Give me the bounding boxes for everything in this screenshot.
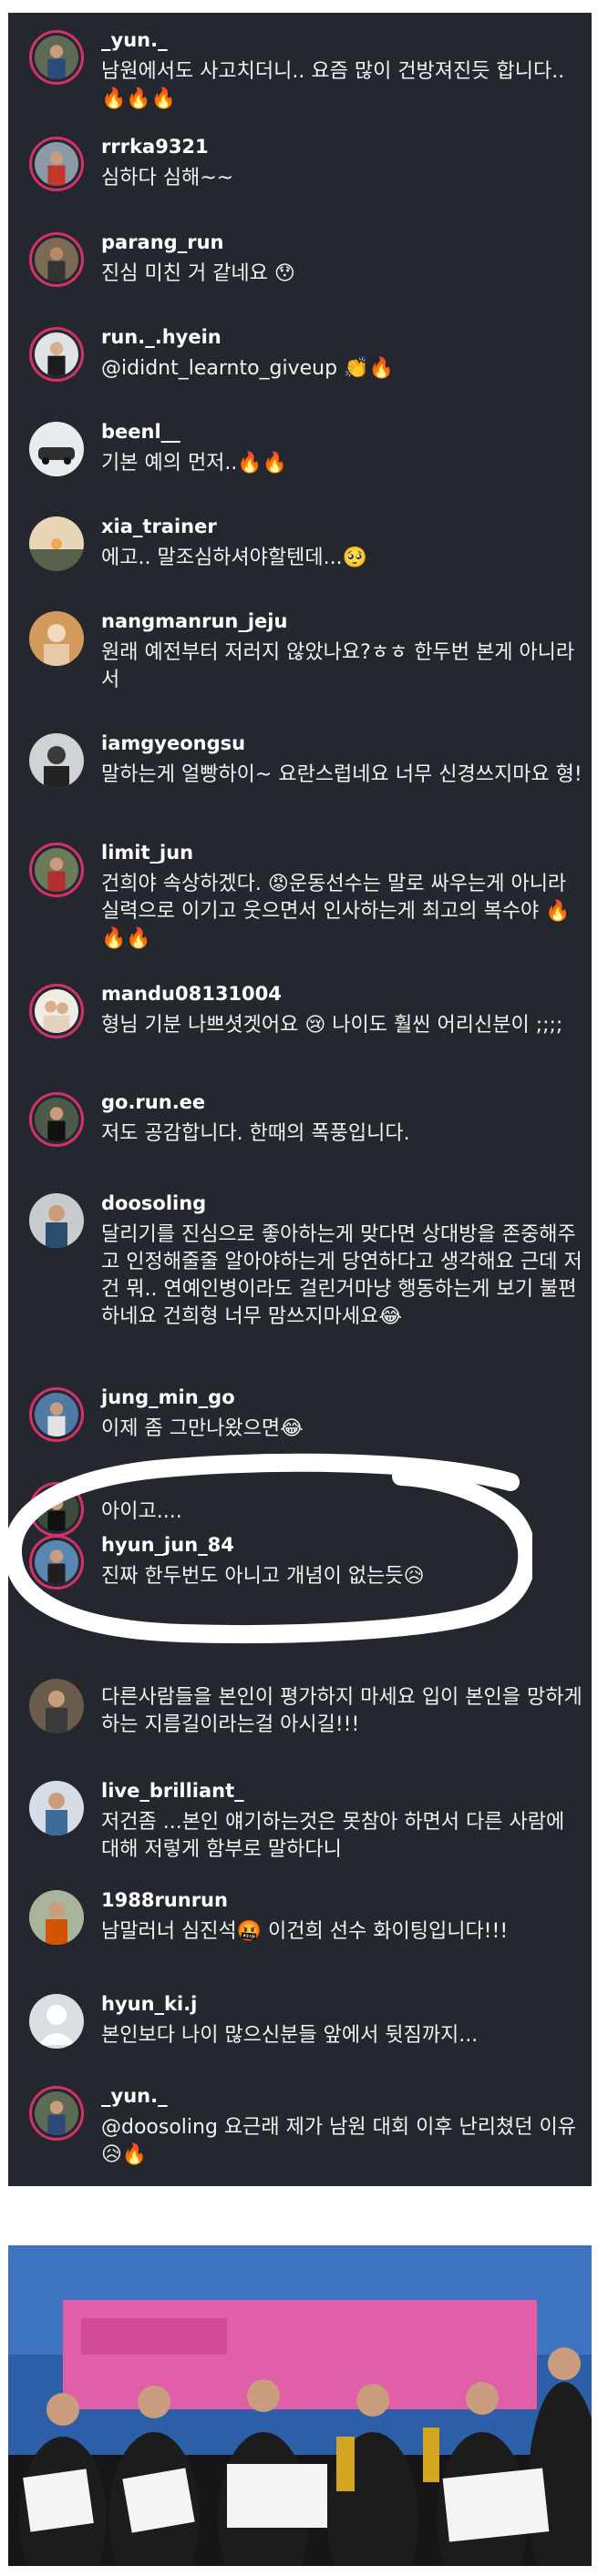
- comment-username[interactable]: hyun_ki.j: [101, 1993, 197, 2015]
- comment-username[interactable]: iamgyeongsu: [101, 732, 245, 754]
- comment-item: 1988runrun 남말러너 심진석🤬 이건희 선수 화이팅입니다!!!: [8, 1889, 592, 1980]
- comment-item: hyun_ki.j 본인보다 나이 많으신분들 앞에서 뒷짐까지...: [8, 1993, 592, 2084]
- comment-username[interactable]: run._.hyein: [101, 326, 222, 348]
- comment-username[interactable]: live_brilliant_: [101, 1780, 244, 1802]
- comment-username[interactable]: rrrka9321: [101, 136, 209, 158]
- comment-text: 저도 공감합니다. 한때의 폭풍입니다.: [101, 1122, 410, 1145]
- comment-text: 남말러너 심진석🤬 이건희 선수 화이팅입니다!!!: [101, 1920, 509, 1943]
- comment-item: iamgyeongsu 말하는게 얼빵하이~ 요란스럽네요 너무 신경쓰지마요 …: [8, 732, 592, 823]
- avatar[interactable]: [29, 516, 84, 571]
- comment-item: beenl__ 기본 예의 먼저..🔥🔥: [8, 421, 592, 512]
- avatar[interactable]: [29, 733, 84, 788]
- comment-username[interactable]: hyun_jun_84: [101, 1534, 234, 1556]
- comments-panel: _yun._ 남원에서도 사고치더니.. 요즘 많이 건방져진듯 합니다.. 🔥…: [8, 13, 592, 2186]
- comment-username[interactable]: _yun._: [101, 29, 168, 51]
- avatar[interactable]: [29, 1482, 84, 1537]
- comment-item: jung_min_go 이제 좀 그만나왔으면😂: [8, 1386, 592, 1477]
- comment-username[interactable]: _yun._: [101, 2085, 168, 2107]
- avatar[interactable]: [29, 2086, 84, 2141]
- comment-text: 본인보다 나이 많으신분들 앞에서 뒷짐까지...: [101, 2024, 479, 2047]
- comment-text: 아이고....: [101, 1500, 182, 1523]
- comment-username[interactable]: beenl__: [101, 421, 180, 443]
- comment-item: 다른사람들을 본인이 평가하지 마세요 입이 본인을 망하게 하는 지름길이라는…: [8, 1679, 592, 1775]
- comment-username[interactable]: mandu08131004: [101, 983, 282, 1005]
- comment-username[interactable]: jung_min_go: [101, 1386, 235, 1408]
- avatar[interactable]: [29, 1092, 84, 1147]
- avatar[interactable]: [29, 611, 84, 666]
- award-ceremony-photo: [8, 2245, 592, 2566]
- avatar[interactable]: [29, 327, 84, 382]
- comment-text: 형님 기분 나쁘셧겟어요 😢 나이도 훨씬 어리신분이 ;;;;: [101, 1014, 563, 1037]
- comment-text: @doosoling 요근래 제가 남원 대회 이후 난리쳤던 이유😥🔥: [101, 2116, 576, 2166]
- comment-item: rrrka9321 심하다 심해~~: [8, 136, 592, 227]
- avatar[interactable]: [29, 30, 84, 85]
- avatar[interactable]: [29, 1890, 84, 1945]
- comment-item: xia_trainer 에고.. 말조심하셔야할텐데...🥺: [8, 516, 592, 607]
- comment-username[interactable]: parang_run: [101, 231, 223, 253]
- avatar[interactable]: [29, 1781, 84, 1835]
- comment-text: 기본 예의 먼저..🔥🔥: [101, 452, 288, 475]
- comment-text: 진짜 한두번도 아니고 개념이 없는듯😥: [101, 1565, 425, 1588]
- comment-item: run._.hyein @ididnt_learnto_giveup 👏🔥: [8, 326, 592, 417]
- comment-username[interactable]: xia_trainer: [101, 516, 217, 537]
- avatar[interactable]: [29, 1193, 84, 1248]
- comment-item: nangmanrun_jeju 원래 예전부터 저러지 않았나요?ㅎㅎ 한두번 …: [8, 610, 592, 701]
- comment-text: 남원에서도 사고치더니.. 요즘 많이 건방져진듯 합니다.. 🔥🔥🔥: [101, 60, 572, 110]
- comment-text: 에고.. 말조심하셔야할텐데...🥺: [101, 547, 367, 569]
- comment-username[interactable]: limit_jun: [101, 842, 193, 864]
- comment-username[interactable]: nangmanrun_jeju: [101, 610, 287, 632]
- comment-username[interactable]: 1988runrun: [101, 1889, 228, 1911]
- comment-text: 다른사람들을 본인이 평가하지 마세요 입이 본인을 망하게 하는 지름길이라는…: [101, 1686, 589, 1736]
- comment-text: 달리기를 진심으로 좋아하는게 맞다면 상대방을 존중해주고 인정해줄줄 알아야…: [101, 1223, 582, 1328]
- comment-text: 말하는게 얼빵하이~ 요란스럽네요 너무 신경쓰지마요 형!: [101, 763, 582, 786]
- comment-item: limit_jun 건희야 속상하겠다. 😡운동선수는 말로 싸우는게 아니라 …: [8, 842, 592, 950]
- avatar[interactable]: [29, 1679, 84, 1733]
- comment-item: go.run.ee 저도 공감합니다. 한때의 폭풍입니다.: [8, 1091, 592, 1182]
- comment-text: @ididnt_learnto_giveup 👏🔥: [101, 357, 394, 380]
- comment-item: hyun_jun_84 진짜 한두번도 아니고 개념이 없는듯😥: [8, 1534, 592, 1625]
- comment-item: parang_run 진심 미친 거 같네요 😯: [8, 231, 592, 322]
- avatar[interactable]: [29, 422, 84, 476]
- avatar[interactable]: [29, 137, 84, 191]
- comment-item: _yun._ 남원에서도 사고치더니.. 요즘 많이 건방져진듯 합니다.. 🔥…: [8, 29, 592, 120]
- avatar[interactable]: [29, 1387, 84, 1442]
- comment-item: _yun._ @doosoling 요근래 제가 남원 대회 이후 난리쳤던 이…: [8, 2085, 592, 2176]
- avatar[interactable]: [29, 232, 84, 287]
- avatar[interactable]: [29, 843, 84, 897]
- comment-text: 심하다 심해~~: [101, 167, 234, 189]
- comment-username[interactable]: go.run.ee: [101, 1091, 205, 1113]
- comment-text: 건희야 속상하겠다. 😡운동선수는 말로 싸우는게 아니라 실력으로 이기고 웃…: [101, 873, 573, 950]
- comment-item: doosoling 달리기를 진심으로 좋아하는게 맞다면 상대방을 존중해주고…: [8, 1192, 592, 1328]
- avatar[interactable]: [29, 984, 84, 1038]
- avatar[interactable]: [29, 1535, 84, 1590]
- comment-text: 저건좀 ...본인 얘기하는것은 못참아 하면서 다른 사람에 대해 저렇게 함…: [101, 1811, 572, 1861]
- comment-item: mandu08131004 형님 기분 나쁘셧겟어요 😢 나이도 훨씬 어리신분…: [8, 983, 592, 1074]
- comment-username[interactable]: doosoling: [101, 1192, 206, 1214]
- comment-text: 진심 미친 거 같네요 😯: [101, 262, 295, 285]
- comment-item: live_brilliant_ 저건좀 ...본인 얘기하는것은 못참아 하면서…: [8, 1780, 592, 1871]
- default-user-icon[interactable]: [29, 1994, 84, 2049]
- comment-text: 원래 예전부터 저러지 않았나요?ㅎㅎ 한두번 본게 아니라서: [101, 641, 575, 691]
- comment-text: 이제 좀 그만나왔으면😂: [101, 1417, 304, 1440]
